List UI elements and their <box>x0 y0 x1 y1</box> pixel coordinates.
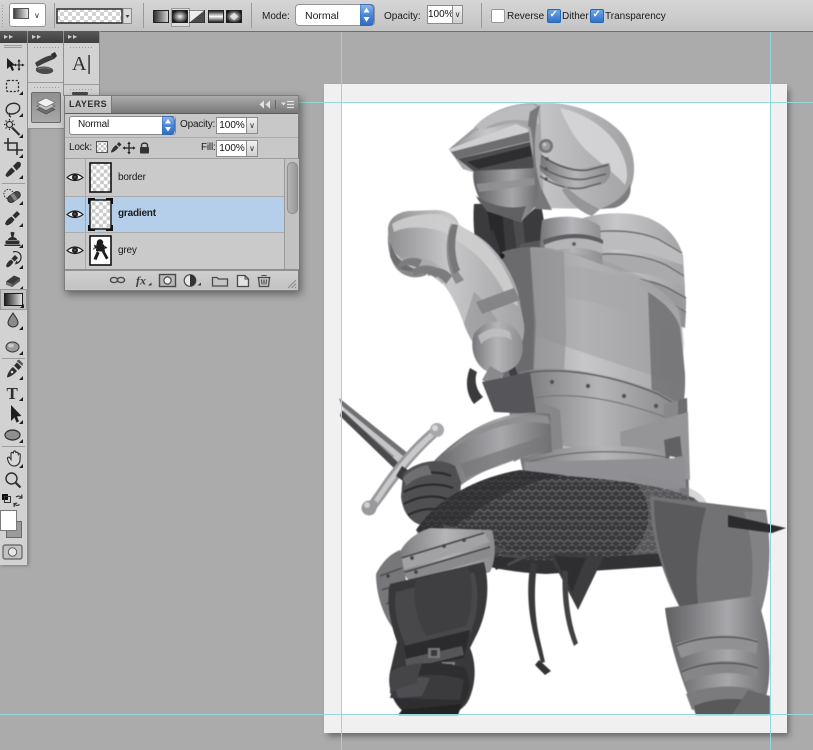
svg-text:fx: fx <box>136 274 146 288</box>
svg-text:T: T <box>7 384 19 403</box>
